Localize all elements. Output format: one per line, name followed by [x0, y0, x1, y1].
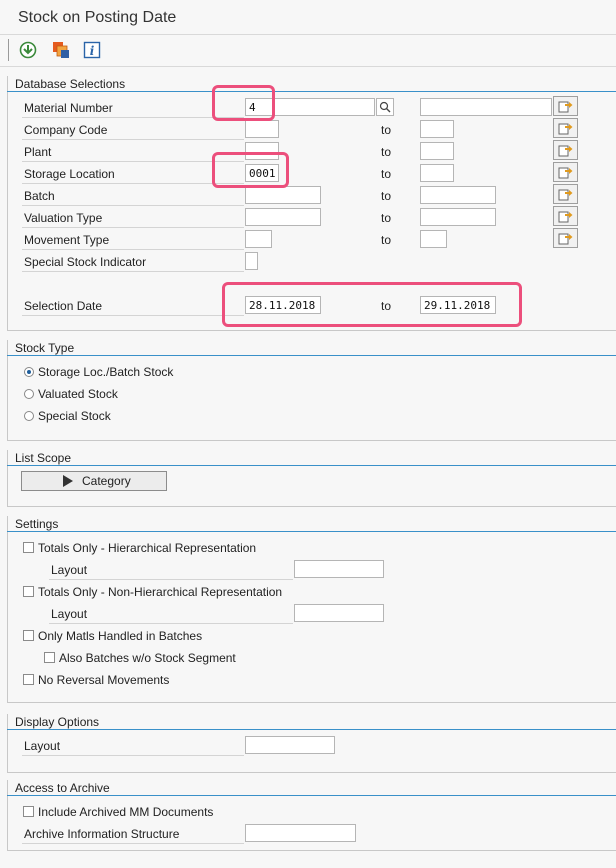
- to-label: to: [381, 211, 392, 225]
- info-icon[interactable]: i: [82, 40, 102, 60]
- material-number-to-input[interactable]: [420, 98, 552, 116]
- group-divider: [7, 465, 616, 466]
- group-divider: [7, 355, 616, 356]
- radio-label: Special Stock: [38, 409, 111, 423]
- radio-label: Storage Loc./Batch Stock: [38, 365, 174, 379]
- company-code-label: Company Code: [24, 123, 108, 137]
- no-reversal-movements-checkbox[interactable]: [23, 674, 34, 685]
- label-underline: [22, 249, 244, 250]
- checkbox-label: Totals Only - Non-Hierarchical Represent…: [38, 585, 283, 599]
- multiple-selection-arrow-icon[interactable]: [553, 184, 578, 204]
- layout-non-hierarchical-input[interactable]: [294, 604, 384, 622]
- radio-valuated-stock[interactable]: [24, 389, 34, 399]
- multiple-selection-icon[interactable]: [51, 40, 71, 60]
- only-matls-batches-checkbox[interactable]: [23, 630, 34, 641]
- selection-date-label: Selection Date: [24, 299, 103, 313]
- storage-location-to-input[interactable]: [420, 164, 454, 182]
- group-divider: [7, 729, 616, 730]
- to-label: to: [381, 123, 392, 137]
- layout-hierarchical-input[interactable]: [294, 560, 384, 578]
- label-underline: [22, 161, 244, 162]
- display-options-title: Display Options: [15, 715, 100, 729]
- radio-label: Valuated Stock: [38, 387, 118, 401]
- company-code-to-input[interactable]: [420, 120, 454, 138]
- multiple-selection-arrow-icon[interactable]: [553, 140, 578, 160]
- include-archived-checkbox[interactable]: [23, 806, 34, 817]
- label-underline: [22, 117, 244, 118]
- checkbox-label: No Reversal Movements: [38, 673, 170, 687]
- to-label: to: [381, 189, 392, 203]
- label-underline: [22, 227, 244, 228]
- valuation-type-label: Valuation Type: [24, 211, 103, 225]
- layout-label: Layout: [51, 563, 88, 577]
- batch-from-input[interactable]: [245, 186, 321, 204]
- plant-label: Plant: [24, 145, 52, 159]
- label-underline: [49, 579, 293, 580]
- multiple-selection-arrow-icon[interactable]: [553, 206, 578, 226]
- page-title: Stock on Posting Date: [18, 9, 177, 26]
- special-stock-indicator-label: Special Stock Indicator: [24, 255, 147, 269]
- to-label: to: [381, 145, 392, 159]
- batches-without-stock-segment-checkbox[interactable]: [44, 652, 55, 663]
- category-button-label: Category: [82, 474, 131, 488]
- totals-only-non-hierarchical-checkbox[interactable]: [23, 586, 34, 597]
- layout-label: Layout: [51, 607, 88, 621]
- label-underline: [22, 315, 244, 316]
- group-divider: [7, 91, 616, 92]
- display-layout-label: Layout: [24, 739, 61, 753]
- execute-icon[interactable]: [18, 40, 38, 60]
- highlight-box: [212, 152, 289, 188]
- play-icon: [63, 475, 73, 487]
- to-label: to: [381, 233, 392, 247]
- checkbox-label: Totals Only - Hierarchical Representatio…: [38, 541, 257, 555]
- svg-text:i: i: [90, 44, 95, 58]
- multiple-selection-arrow-icon[interactable]: [553, 162, 578, 182]
- label-underline: [22, 271, 244, 272]
- multiple-selection-arrow-icon[interactable]: [553, 228, 578, 248]
- toolbar-separator: [8, 39, 9, 61]
- group-divider: [7, 531, 616, 532]
- label-underline: [22, 755, 244, 756]
- batch-to-input[interactable]: [420, 186, 496, 204]
- company-code-from-input[interactable]: [245, 120, 279, 138]
- label-underline: [22, 183, 244, 184]
- settings-title: Settings: [15, 517, 59, 531]
- search-help-icon[interactable]: [376, 98, 394, 116]
- archive-info-structure-label: Archive Information Structure: [24, 827, 180, 841]
- multiple-selection-arrow-icon[interactable]: [553, 96, 578, 116]
- plant-to-input[interactable]: [420, 142, 454, 160]
- valuation-type-to-input[interactable]: [420, 208, 496, 226]
- checkbox-label: Only Matls Handled in Batches: [38, 629, 203, 643]
- label-underline: [22, 139, 244, 140]
- material-number-label: Material Number: [24, 101, 113, 115]
- label-underline: [49, 623, 293, 624]
- storage-location-label: Storage Location: [24, 167, 115, 181]
- highlight-box: [222, 282, 522, 327]
- radio-storage-loc-batch-stock[interactable]: [24, 367, 34, 377]
- archive-title: Access to Archive: [15, 781, 110, 795]
- label-underline: [22, 843, 244, 844]
- database-selections-title: Database Selections: [15, 77, 126, 91]
- to-label: to: [381, 167, 392, 181]
- group-divider: [7, 795, 616, 796]
- category-button[interactable]: Category: [21, 471, 167, 491]
- batch-label: Batch: [24, 189, 55, 203]
- valuation-type-from-input[interactable]: [245, 208, 321, 226]
- stock-type-title: Stock Type: [15, 341, 75, 355]
- radio-special-stock[interactable]: [24, 411, 34, 421]
- display-layout-input[interactable]: [245, 736, 335, 754]
- movement-type-label: Movement Type: [24, 233, 110, 247]
- label-underline: [22, 205, 244, 206]
- checkbox-label: Include Archived MM Documents: [38, 805, 214, 819]
- movement-type-to-input[interactable]: [420, 230, 447, 248]
- checkbox-label: Also Batches w/o Stock Segment: [59, 651, 236, 665]
- totals-only-hierarchical-checkbox[interactable]: [23, 542, 34, 553]
- archive-info-structure-input[interactable]: [245, 824, 356, 842]
- multiple-selection-arrow-icon[interactable]: [553, 118, 578, 138]
- list-scope-title: List Scope: [15, 451, 72, 465]
- special-stock-indicator-input[interactable]: [245, 252, 258, 270]
- movement-type-from-input[interactable]: [245, 230, 272, 248]
- highlight-box: [212, 85, 275, 121]
